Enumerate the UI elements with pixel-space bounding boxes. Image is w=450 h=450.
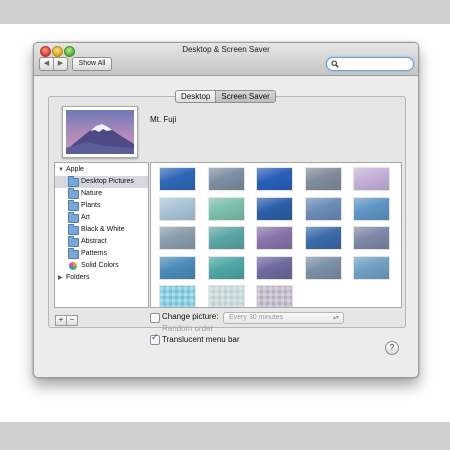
help-button[interactable]: ? — [385, 341, 399, 355]
disclosure-open-icon[interactable]: ▼ — [58, 164, 64, 176]
source-item-solid-colors[interactable]: Solid Colors — [55, 260, 148, 272]
mountain-image — [66, 124, 134, 154]
picture-name: Mt. Fuji — [150, 115, 177, 124]
desktop-picture-thumbnail[interactable] — [159, 167, 196, 191]
desktop-picture-thumbnail[interactable] — [159, 255, 196, 280]
translucent-menu-bar-label: Translucent menu bar — [162, 335, 240, 344]
source-item-label: Solid Colors — [81, 262, 119, 269]
source-item-nature[interactable]: Nature — [55, 188, 148, 200]
back-button[interactable]: ◀ — [40, 58, 54, 70]
folder-icon — [68, 188, 79, 199]
preferences-window: Desktop & Screen Saver ◀ ▶ Show All Desk… — [33, 42, 419, 378]
desktop-picture-thumbnail[interactable] — [207, 167, 245, 191]
source-item-black-white[interactable]: Black & White — [55, 224, 148, 236]
desktop-picture-thumbnail[interactable] — [256, 285, 293, 307]
source-item-patterns[interactable]: Patterns — [55, 248, 148, 260]
folder-icon — [68, 236, 79, 247]
interval-value: Every 30 minutes — [229, 314, 284, 321]
title-bar: Desktop & Screen Saver ◀ ▶ Show All — [34, 43, 418, 76]
translucent-menu-bar-checkbox[interactable] — [150, 333, 160, 345]
source-item-art[interactable]: Art — [55, 212, 148, 224]
tab-desktop[interactable]: Desktop — [176, 91, 215, 102]
desktop-picture-thumbnail[interactable] — [256, 226, 293, 250]
source-group-label: Folders — [66, 274, 90, 281]
desktop-picture-thumbnail[interactable] — [159, 196, 196, 221]
source-group-label: Apple — [66, 166, 84, 173]
source-item-abstract[interactable]: Abstract — [55, 236, 148, 248]
desktop-picture-thumbnail[interactable] — [353, 255, 390, 280]
thumbnail-grid — [150, 162, 402, 308]
window-title: Desktop & Screen Saver — [182, 45, 270, 54]
change-picture-checkbox[interactable] — [150, 313, 160, 323]
source-item-label: Desktop Pictures — [81, 178, 134, 185]
source-item-label: Black & White — [81, 226, 125, 233]
disclosure-closed-icon[interactable]: ▶ — [58, 272, 63, 284]
change-picture-label: Change picture: — [162, 312, 219, 321]
desktop-picture-thumbnail[interactable] — [353, 226, 390, 250]
source-item-label: Art — [81, 214, 90, 221]
desktop-picture-thumbnail[interactable] — [256, 167, 293, 191]
folder-icon — [68, 248, 79, 259]
desktop-picture-thumbnail[interactable] — [353, 196, 390, 221]
source-group-apple[interactable]: ▼ Apple — [55, 164, 148, 176]
search-icon — [331, 60, 339, 68]
desktop-picture-thumbnail[interactable] — [207, 226, 245, 250]
desktop-picture-thumbnail[interactable] — [304, 255, 342, 280]
nav-segmented-control: ◀ ▶ — [39, 57, 68, 71]
folder-icon — [68, 176, 79, 187]
desktop-picture-thumbnail[interactable] — [304, 196, 342, 221]
forward-button[interactable]: ▶ — [54, 58, 67, 70]
desktop-preview — [62, 106, 138, 158]
desktop-picture-thumbnail[interactable] — [304, 167, 342, 191]
source-group-folders[interactable]: ▶ Folders — [55, 272, 148, 284]
desktop-picture-thumbnail[interactable] — [207, 285, 245, 307]
desktop-picture-thumbnail[interactable] — [207, 255, 245, 280]
source-item-label: Abstract — [81, 238, 107, 245]
source-item-label: Plants — [81, 202, 101, 209]
interval-popup[interactable]: Every 30 minutes ▴▾ — [223, 312, 344, 324]
search-field[interactable] — [326, 57, 414, 71]
desktop-picture-thumbnail[interactable] — [304, 226, 342, 250]
top-band — [0, 0, 450, 24]
tab-control: Desktop Screen Saver — [175, 90, 276, 103]
desktop-picture-thumbnail[interactable] — [159, 226, 196, 250]
desktop-picture-thumbnail[interactable] — [256, 255, 293, 280]
random-order-label[interactable]: Random order — [162, 324, 213, 333]
desktop-picture-thumbnail[interactable] — [159, 285, 196, 307]
popup-arrows-icon: ▴▾ — [332, 315, 339, 321]
folder-icon — [68, 200, 79, 211]
color-wheel-icon — [69, 262, 77, 270]
source-item-desktop-pictures[interactable]: Desktop Pictures — [55, 176, 148, 188]
tab-screen-saver[interactable]: Screen Saver — [215, 91, 275, 102]
desktop-picture-thumbnail[interactable] — [256, 196, 293, 221]
source-item-plants[interactable]: Plants — [55, 200, 148, 212]
desktop-picture-thumbnail[interactable] — [207, 196, 245, 221]
preview-image — [66, 110, 134, 154]
source-item-label: Patterns — [81, 250, 108, 257]
folder-icon — [68, 212, 79, 223]
source-list: ▼ Apple Desktop Pictures Nature Plants A… — [54, 162, 149, 308]
show-all-button[interactable]: Show All — [72, 57, 112, 71]
bottom-band — [0, 422, 450, 450]
folder-icon — [68, 224, 79, 235]
remove-folder-button[interactable]: − — [66, 315, 78, 326]
desktop-picture-thumbnail[interactable] — [353, 167, 390, 191]
source-item-label: Nature — [81, 190, 103, 197]
